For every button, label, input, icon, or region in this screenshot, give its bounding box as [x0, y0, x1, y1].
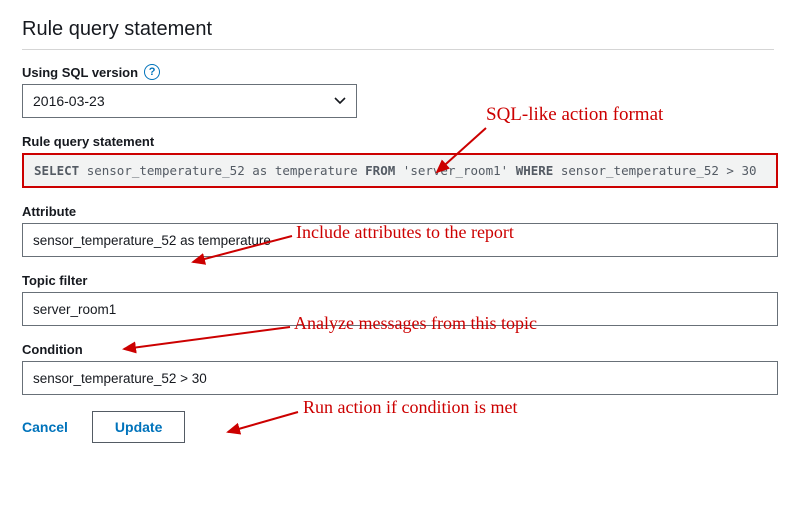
- help-icon[interactable]: ?: [144, 64, 160, 80]
- sql-keyword-from: FROM: [365, 163, 395, 178]
- sql-version-label: Using SQL version: [22, 65, 138, 80]
- sql-version-select[interactable]: 2016-03-23: [22, 84, 357, 118]
- sql-keyword-where: WHERE: [516, 163, 554, 178]
- condition-value: sensor_temperature_52 > 30: [33, 371, 207, 386]
- form-actions: Cancel Update: [22, 411, 774, 443]
- attribute-section: Attribute sensor_temperature_52 as tempe…: [22, 204, 774, 257]
- topic-filter-section: Topic filter server_room1: [22, 273, 774, 326]
- title-divider: [22, 49, 774, 50]
- attribute-value: sensor_temperature_52 as temperature: [33, 233, 271, 248]
- sql-select-expression: sensor_temperature_52 as temperature: [87, 163, 358, 178]
- attribute-label: Attribute: [22, 204, 76, 219]
- sql-version-section: Using SQL version ? 2016-03-23: [22, 64, 774, 118]
- topic-filter-label: Topic filter: [22, 273, 87, 288]
- query-statement-label: Rule query statement: [22, 134, 154, 149]
- chevron-down-icon: [334, 97, 346, 105]
- update-button[interactable]: Update: [92, 411, 185, 443]
- rule-query-statement-field[interactable]: SELECT sensor_temperature_52 as temperat…: [22, 153, 778, 188]
- page-title: Rule query statement: [22, 18, 774, 41]
- sql-version-selected-value: 2016-03-23: [33, 93, 105, 109]
- cancel-button[interactable]: Cancel: [22, 415, 68, 439]
- topic-filter-value: server_room1: [33, 302, 116, 317]
- sql-keyword-select: SELECT: [34, 163, 79, 178]
- condition-input[interactable]: sensor_temperature_52 > 30: [22, 361, 778, 395]
- topic-filter-input[interactable]: server_room1: [22, 292, 778, 326]
- sql-where-expression: sensor_temperature_52 > 30: [561, 163, 757, 178]
- query-statement-section: Rule query statement SELECT sensor_tempe…: [22, 134, 774, 188]
- condition-section: Condition sensor_temperature_52 > 30: [22, 342, 774, 395]
- attribute-input[interactable]: sensor_temperature_52 as temperature: [22, 223, 778, 257]
- condition-label: Condition: [22, 342, 83, 357]
- sql-topic-literal: 'server_room1': [403, 163, 508, 178]
